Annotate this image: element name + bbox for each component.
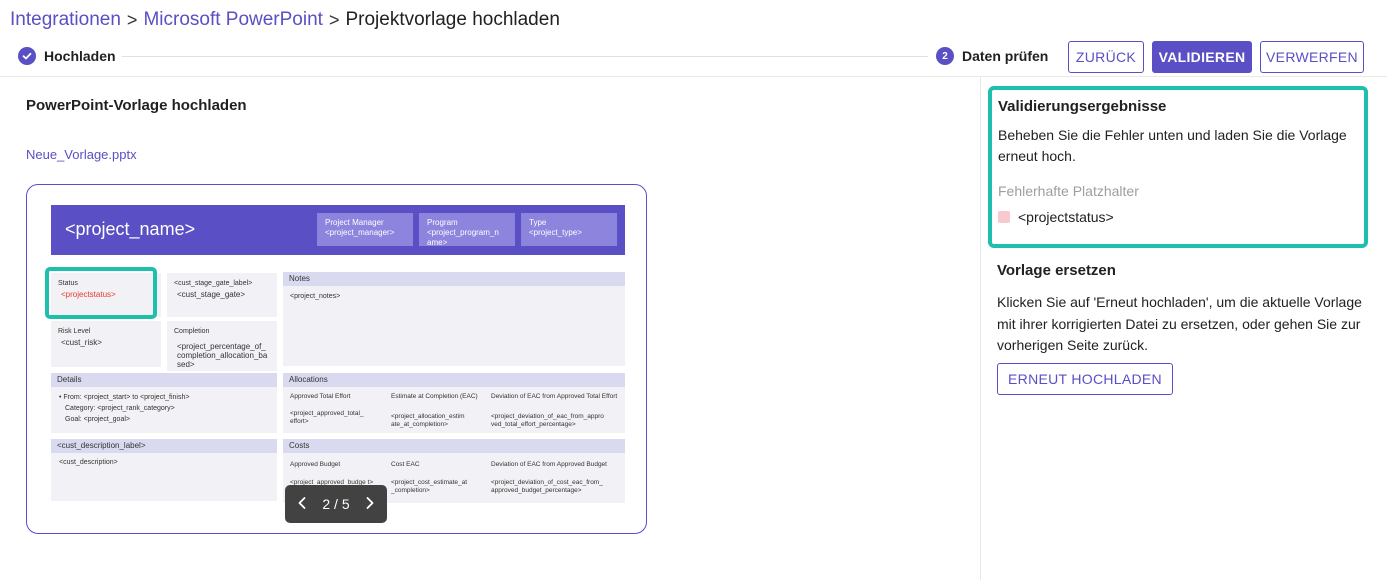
slide-notes-card: <project_notes> [283, 286, 625, 366]
slide-costs-value-3: <project_deviation_of_cost_eac_from_ app… [491, 479, 603, 494]
reupload-button[interactable]: ERNEUT HOCHLADEN [997, 363, 1173, 395]
slide-canvas: <project_name> Project Manager <project_… [45, 205, 626, 503]
step-number: 2 [936, 47, 954, 65]
chevron-right-icon[interactable] [365, 496, 375, 513]
slide-description-card: <cust_description> [51, 453, 277, 501]
slide-description-value: <cust_description> [59, 459, 118, 466]
slide-details-card: • From: <project_start> to <project_fini… [51, 387, 277, 433]
slide-box-type: Type <project_type> [521, 213, 617, 246]
breadcrumb-microsoft-powerpoint[interactable]: Microsoft PowerPoint [143, 9, 323, 31]
slide-completion-value: <project_percentage_of_ completion_alloc… [177, 342, 268, 369]
check-icon [18, 47, 36, 65]
breadcrumb-integrationen[interactable]: Integrationen [10, 9, 121, 31]
step-upload-label: Hochladen [44, 48, 116, 64]
slide-alloc-head-1: Approved Total Effort [290, 393, 351, 400]
slide-risk-card: Risk Level <cust_risk> [51, 321, 161, 367]
replace-template-text: Klicken Sie auf 'Erneut hochladen', um d… [997, 294, 1362, 353]
slide-notes-value: <project_notes> [290, 293, 341, 300]
slide-costs-head-2: Cost EAC [391, 461, 420, 468]
slide-costs-value-2: <project_cost_estimate_at _completion> [391, 479, 468, 494]
slide-description-header: <cust_description_label> [51, 439, 277, 453]
slide-alloc-head-3: Deviation of EAC from Approved Total Eff… [491, 393, 618, 400]
slide-box-value: <project_manager> [325, 228, 395, 237]
discard-button[interactable]: VERWERFEN [1260, 41, 1364, 73]
validation-results-title: Validierungsergebnisse [998, 98, 1167, 115]
slide-allocations-header: Allocations [283, 373, 625, 387]
slide-box-program: Program <project_program_n ame> [419, 213, 515, 247]
slide-box-label: Type [529, 218, 547, 227]
slide-completion-card: Completion <project_percentage_of_ compl… [167, 321, 277, 371]
upload-section-title: PowerPoint-Vorlage hochladen [26, 97, 247, 114]
slide-allocations-card: Approved Total Effort <project_approved_… [283, 387, 625, 433]
header-divider [0, 76, 1387, 77]
page-title: Projektvorlage hochladen [345, 9, 560, 30]
faulty-placeholders-label: Fehlerhafte Platzhalter [998, 183, 1139, 199]
slide-banner: <project_name> Project Manager <project_… [51, 205, 625, 255]
slide-risk-label: Risk Level [58, 328, 91, 335]
validate-button[interactable]: VALIDIEREN [1152, 41, 1252, 73]
slide-risk-value: <cust_risk> [61, 338, 102, 347]
slide-costs-head-3: Deviation of EAC from Approved Budget [491, 461, 607, 468]
slide-details-category: Category: <project_rank_category> [65, 405, 175, 412]
replace-template-title: Vorlage ersetzen [997, 262, 1116, 279]
slide-box-value: <project_type> [529, 228, 582, 237]
breadcrumb-separator: > [126, 9, 138, 30]
slide-details-header: Details [51, 373, 277, 387]
slide-stage-gate-card: <cust_stage_gate_label> <cust_stage_gate… [167, 273, 277, 317]
slide-stage-gate-value: <cust_stage_gate> [177, 290, 246, 299]
stepper: Hochladen 2 Daten prüfen ZURÜCK VALIDIER… [0, 40, 1387, 76]
slide-stage-gate-label: <cust_stage_gate_label> [174, 280, 253, 287]
slide-project-name: <project_name> [65, 219, 196, 239]
slide-box-manager: Project Manager <project_manager> [317, 213, 413, 246]
breadcrumb: Integrationen > Microsoft PowerPoint > P… [10, 8, 560, 32]
slide-costs-head-1: Approved Budget [290, 461, 341, 468]
file-link[interactable]: Neue_Vorlage.pptx [26, 147, 137, 162]
step-connector [122, 56, 928, 57]
slide-pager: 2 / 5 [285, 485, 387, 523]
validation-results-panel: Validierungsergebnisse Beheben Sie die F… [988, 86, 1368, 248]
panel-divider [980, 77, 981, 580]
slide-completion-label: Completion [174, 328, 210, 335]
step-review-label: Daten prüfen [962, 48, 1049, 64]
slide-costs-header: Costs [283, 439, 625, 453]
slide-details-from-text: From: <project_start> to <project_finish… [63, 394, 190, 401]
step-review: 2 Daten prüfen [936, 40, 1048, 72]
faulty-placeholder-item: <projectstatus> [998, 209, 1358, 225]
slide-alloc-head-2: Estimate at Completion (EAC) [391, 393, 478, 400]
error-highlight [45, 267, 157, 319]
faulty-placeholder-name: <projectstatus> [1018, 209, 1114, 225]
step-upload: Hochladen [18, 40, 116, 72]
chevron-left-icon[interactable] [297, 496, 307, 513]
slide-notes-header: Notes [283, 272, 625, 286]
slide-alloc-value-2: <project_allocation_estim ate_at_complet… [391, 413, 465, 428]
slide-alloc-value-3: <project_deviation_of_eac_from_appro ved… [491, 413, 604, 428]
pager-indicator: 2 / 5 [322, 496, 350, 512]
slide-preview: <project_name> Project Manager <project_… [26, 184, 647, 534]
error-chip-icon [998, 211, 1010, 223]
slide-box-value: <project_program_n ame> [427, 228, 499, 247]
slide-box-label: Program [427, 218, 458, 227]
slide-alloc-value-1: <project_approved_total_ effort> [290, 410, 364, 425]
slide-details-goal: Goal: <project_goal> [65, 416, 130, 423]
validation-results-text: Beheben Sie die Fehler unten und laden S… [998, 127, 1347, 164]
slide-box-label: Project Manager [325, 218, 384, 227]
breadcrumb-separator: > [328, 9, 340, 30]
back-button[interactable]: ZURÜCK [1068, 41, 1144, 73]
slide-details-from: • From: <project_start> to <project_fini… [59, 394, 190, 401]
